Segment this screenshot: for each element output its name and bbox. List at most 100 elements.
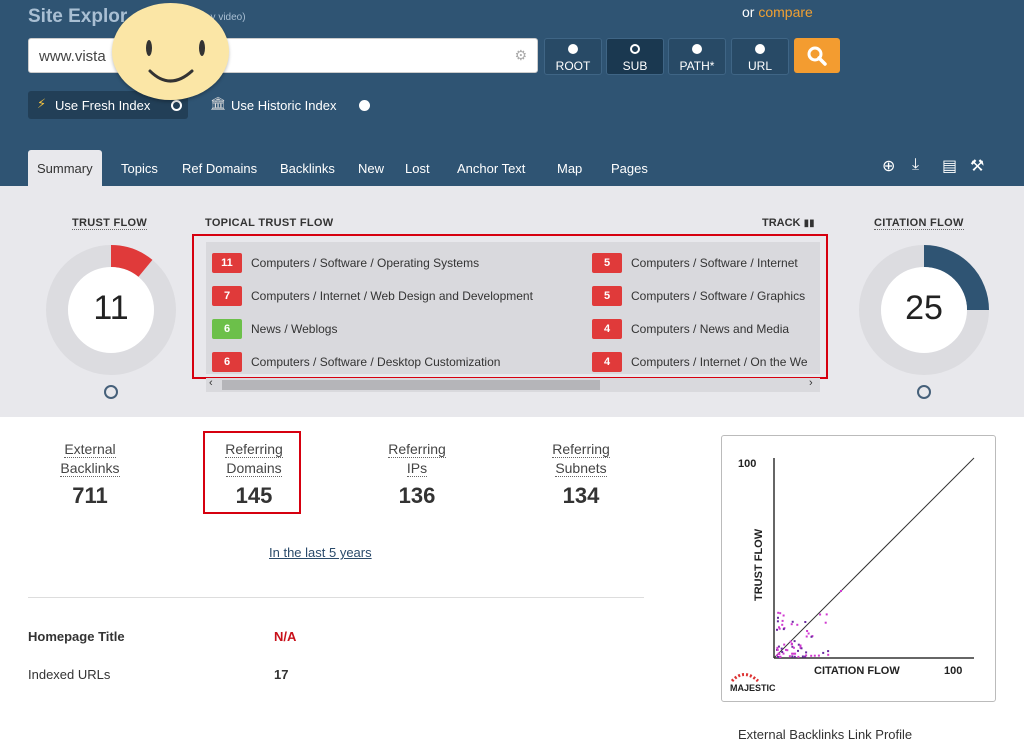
divider: [28, 597, 644, 598]
tab-lost[interactable]: Lost: [396, 150, 439, 186]
scatter-point: [776, 649, 779, 651]
scroll-thumb[interactable]: [222, 380, 600, 390]
link-profile-caption: External Backlinks Link Profile: [738, 727, 913, 742]
scatter-point: [778, 626, 780, 629]
scope-path-label: PATH*: [679, 59, 715, 73]
y-max-label: 100: [738, 458, 756, 470]
scope-sub-label: SUB: [622, 59, 648, 73]
bar-chart-icon: ▮▮: [803, 218, 815, 229]
tab-summary[interactable]: Summary: [28, 150, 102, 186]
scope-path-button[interactable]: PATH*: [668, 38, 726, 75]
tab-anchor-text[interactable]: Anchor Text: [448, 150, 534, 186]
stat-label[interactable]: Subnets: [555, 460, 607, 477]
scope-sub-button[interactable]: SUB: [606, 38, 664, 75]
tab-new[interactable]: New: [349, 150, 393, 186]
citation-flow-value: 25: [905, 289, 943, 327]
scatter-point: [799, 644, 802, 647]
scatter-point: [788, 655, 791, 658]
referring-domains-highlight-box: [203, 431, 301, 514]
tab-pages[interactable]: Pages: [602, 150, 657, 186]
download-icon[interactable]: ⤓: [912, 156, 919, 174]
scatter-point: [792, 646, 795, 649]
track-button[interactable]: TRACK ▮▮: [762, 217, 815, 229]
scatter-point: [776, 646, 779, 649]
history-icon[interactable]: [104, 385, 118, 399]
scatter-point: [778, 653, 781, 655]
scatter-point: [797, 649, 799, 652]
scatter-point: [781, 623, 784, 626]
stat-label[interactable]: Referring: [552, 441, 610, 458]
scatter-point: [792, 652, 795, 655]
scatter-point: [806, 630, 809, 632]
scope-url-label: URL: [747, 59, 772, 73]
tab-topics[interactable]: Topics: [112, 150, 167, 186]
scatter-point: [805, 651, 808, 654]
chevron-right-icon[interactable]: ›: [809, 377, 813, 389]
radio-icon[interactable]: [171, 100, 182, 111]
smiley-face-overlay: [112, 3, 229, 100]
url-input[interactable]: www.vista ⚙: [28, 38, 538, 73]
scatter-point: [796, 623, 799, 626]
fresh-index-label: Use Fresh Index: [55, 98, 151, 113]
report-icon[interactable]: ▤: [942, 156, 957, 176]
compare-link[interactable]: compare: [758, 4, 812, 20]
scatter-point: [777, 656, 779, 658]
stat-referring-subnets: Referring Subnets 134: [526, 440, 636, 509]
horizontal-scrollbar[interactable]: ‹ ›: [206, 377, 820, 392]
scatter-point: [791, 655, 794, 658]
scatter-point: [840, 590, 842, 592]
chevron-left-icon[interactable]: ‹: [209, 377, 213, 389]
scatter-point: [817, 654, 820, 657]
stat-referring-ips: Referring IPs 136: [362, 440, 472, 509]
tab-ref-domains[interactable]: Ref Domains: [173, 150, 266, 186]
track-label: TRACK: [762, 217, 801, 229]
stat-label[interactable]: IPs: [406, 460, 428, 477]
bookmark-add-icon[interactable]: ⊕: [882, 156, 895, 176]
tab-backlinks[interactable]: Backlinks: [271, 150, 344, 186]
gear-icon[interactable]: ⚙: [514, 47, 527, 64]
tools-icon[interactable]: ⚒: [970, 156, 984, 176]
trust-flow-value: 11: [93, 289, 129, 327]
scatter-point: [807, 632, 810, 635]
scatter-point: [779, 612, 782, 615]
scatter-point: [805, 635, 808, 638]
radio-icon[interactable]: [359, 100, 370, 111]
majestic-logo-icon: [730, 673, 760, 683]
scatter-point: [791, 620, 794, 623]
last-5-years-link[interactable]: In the last 5 years: [269, 545, 372, 560]
citation-flow-title: CITATION FLOW: [874, 217, 964, 230]
stat-label[interactable]: External: [64, 441, 116, 458]
tab-map[interactable]: Map: [548, 150, 591, 186]
link-profile-panel[interactable]: 100 100 CITATION FLOW TRUST FLOW MAJESTI…: [721, 435, 996, 702]
scope-url-button[interactable]: URL: [731, 38, 789, 75]
indexed-urls-label: Indexed URLs: [28, 667, 111, 682]
search-button[interactable]: [794, 38, 840, 73]
url-input-value[interactable]: www.vista: [39, 48, 106, 65]
scatter-point: [782, 614, 785, 617]
scatter-point: [825, 613, 828, 616]
compare-link-area: or compare: [742, 4, 813, 20]
stat-label[interactable]: Backlinks: [60, 460, 120, 477]
stat-value: 134: [562, 483, 600, 508]
stat-label[interactable]: Referring: [388, 441, 446, 458]
or-text: or: [742, 4, 755, 20]
stat-value: 711: [72, 483, 108, 508]
scatter-point: [801, 655, 804, 658]
scatter-point: [797, 655, 800, 658]
scatter-point: [782, 628, 785, 631]
trust-flow-title: TRUST FLOW: [72, 217, 148, 230]
scatter-point: [777, 611, 780, 614]
scatter-point: [804, 621, 807, 623]
scatter-point: [793, 655, 796, 658]
lightning-icon: ⚡: [37, 96, 47, 111]
scatter-point: [790, 643, 793, 646]
history-icon[interactable]: [917, 385, 931, 399]
scatter-point: [776, 628, 778, 631]
topical-trust-flow-title: TOPICAL TRUST FLOW: [205, 217, 334, 229]
scope-root-button[interactable]: ROOT: [544, 38, 602, 75]
x-max-label: 100: [944, 665, 962, 677]
indexed-urls-value: 17: [274, 667, 289, 682]
radio-icon: [630, 44, 640, 54]
scatter-point: [810, 635, 813, 638]
scatter-point: [785, 648, 787, 651]
